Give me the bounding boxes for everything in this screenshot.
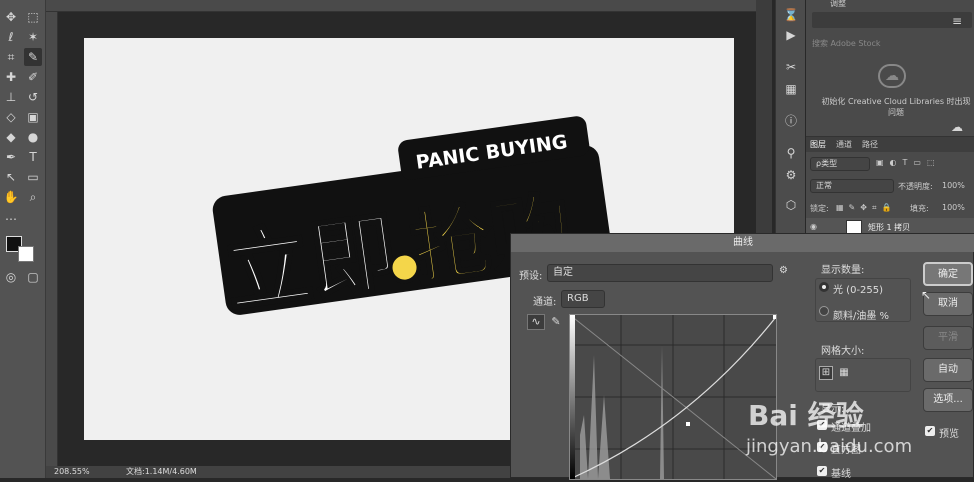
cc-icon[interactable]: ☁ — [948, 118, 966, 136]
layer-thumbnail — [846, 220, 862, 234]
gradient-tool-icon[interactable]: ▣ — [24, 108, 42, 126]
background-color-swatch[interactable] — [18, 246, 34, 262]
info-panel-icon[interactable]: ⓘ — [782, 112, 800, 130]
smooth-button[interactable]: 平滑 — [923, 326, 973, 350]
watermark-url: jingyan.baidu.com — [746, 436, 913, 457]
stamp-tool-icon[interactable]: ⊥ — [2, 88, 20, 106]
vertical-ruler — [46, 12, 58, 478]
grid-size-title: 网格大小: — [821, 346, 865, 357]
pigment-label: 颜料/油墨 % — [833, 311, 890, 322]
history-brush-icon[interactable]: ↺ — [24, 88, 42, 106]
zoom-tool-icon[interactable]: ⌕ — [24, 188, 42, 206]
channel-label: 通道: — [533, 297, 557, 308]
display-amount-title: 显示数量: — [821, 265, 865, 276]
lasso-tool-icon[interactable]: ℓ — [2, 28, 20, 46]
preset-options-icon[interactable]: ⚙ — [779, 265, 788, 276]
fill-label: 填充: — [910, 204, 929, 213]
pencil-draw-icon[interactable]: ✎ — [549, 314, 563, 330]
blur-tool-icon[interactable]: ◆ — [2, 128, 20, 146]
move-tool-icon[interactable]: ✥ — [2, 8, 20, 26]
mouse-cursor-icon: ↖ — [921, 288, 932, 302]
more-tools-icon[interactable]: ⋯ — [2, 210, 20, 228]
opacity-value[interactable]: 100% — [942, 181, 965, 190]
actions-panel-icon[interactable]: ▶ — [782, 26, 800, 44]
brush-settings-icon[interactable]: ⚲ — [782, 144, 800, 162]
marquee-tool-icon[interactable]: ⬚ — [24, 8, 42, 26]
simple-grid-icon[interactable]: ⊞ — [819, 366, 833, 380]
preset-select[interactable]: 自定 — [547, 264, 773, 282]
adjust-tab[interactable]: 调整 — [830, 0, 846, 9]
blend-mode-select[interactable]: 正常 — [810, 179, 894, 193]
stock-search-input[interactable]: 搜索 Adobe Stock — [812, 38, 881, 49]
tab-layers[interactable]: 图层 — [810, 139, 826, 150]
fill-value[interactable]: 100% — [942, 203, 965, 212]
shape-tool-icon[interactable]: ▭ — [24, 168, 42, 186]
layer-kind-filter[interactable]: ρ类型 — [810, 157, 870, 171]
eyedropper-tool-icon[interactable]: ✎ — [24, 48, 42, 66]
magic-wand-icon[interactable]: ✶ — [24, 28, 42, 46]
swatches-panel-icon[interactable]: ▦ — [782, 80, 800, 98]
brush-tool-icon[interactable]: ✐ — [24, 68, 42, 86]
auto-button[interactable]: 自动 — [923, 358, 973, 382]
tools-panel: ✥ ⬚ ℓ ✶ ⌗ ✎ ✚ ✐ ⊥ ↺ ◇ ▣ ◆ ● ✒ T ↖ ▭ ✋ ⌕ … — [0, 0, 46, 478]
detailed-grid-icon[interactable]: ▦ — [837, 366, 851, 380]
crop-tool-icon[interactable]: ⌗ — [2, 48, 20, 66]
cloud-error-icon: ☁ — [878, 64, 906, 88]
tab-paths[interactable]: 路径 — [862, 139, 878, 150]
zoom-level[interactable]: 208.55% — [54, 466, 90, 478]
eye-icon[interactable]: ◉ — [810, 222, 817, 231]
dialog-title: 曲线 — [511, 234, 974, 252]
tool-presets-icon[interactable]: ✂ — [782, 58, 800, 76]
hand-tool-icon[interactable]: ✋ — [2, 188, 20, 206]
light-label: 光 (0-255) — [833, 285, 884, 296]
clone-source-icon[interactable]: ⚙ — [782, 166, 800, 184]
horizontal-ruler — [46, 0, 756, 12]
library-menu-icon[interactable]: ≡ — [948, 12, 966, 30]
path-select-icon[interactable]: ↖ — [2, 168, 20, 186]
type-tool-icon[interactable]: T — [24, 148, 42, 166]
light-radio[interactable] — [819, 282, 829, 292]
pen-tool-icon[interactable]: ✒ — [2, 148, 20, 166]
pigment-radio[interactable] — [819, 306, 829, 316]
healing-brush-icon[interactable]: ✚ — [2, 68, 20, 86]
opacity-label: 不透明度: — [898, 182, 933, 191]
layer-name[interactable]: 矩形 1 拷贝 — [868, 222, 910, 233]
doc-size: 文档:1.14M/4.60M — [126, 467, 197, 476]
watermark: Bai 经验 jingyan.baidu.com — [742, 392, 974, 478]
screen-mode-icon[interactable]: ▢ — [24, 268, 42, 286]
lock-label: 锁定: — [810, 204, 829, 213]
dodge-tool-icon[interactable]: ● — [24, 128, 42, 146]
watermark-brand: Bai 经验 — [748, 399, 864, 432]
curve-edit-icon[interactable]: ∿ — [527, 314, 545, 330]
layer-filter-icons[interactable]: ▣◐T▭⬚ — [876, 158, 941, 167]
quick-mask-icon[interactable]: ◎ — [2, 268, 20, 286]
eraser-tool-icon[interactable]: ◇ — [2, 108, 20, 126]
channel-select[interactable]: RGB — [561, 290, 605, 308]
history-panel-icon[interactable]: ⌛ — [782, 6, 800, 24]
preset-label: 预设: — [519, 271, 543, 282]
cc-error-message: 初始化 Creative Cloud Libraries 时出现问题 — [821, 97, 971, 117]
tab-channels[interactable]: 通道 — [836, 139, 852, 150]
3d-panel-icon[interactable]: ⬡ — [782, 196, 800, 214]
ok-button[interactable]: 确定 — [923, 262, 973, 286]
lock-icons[interactable]: ▦✎✥⌗🔒 — [836, 203, 896, 213]
